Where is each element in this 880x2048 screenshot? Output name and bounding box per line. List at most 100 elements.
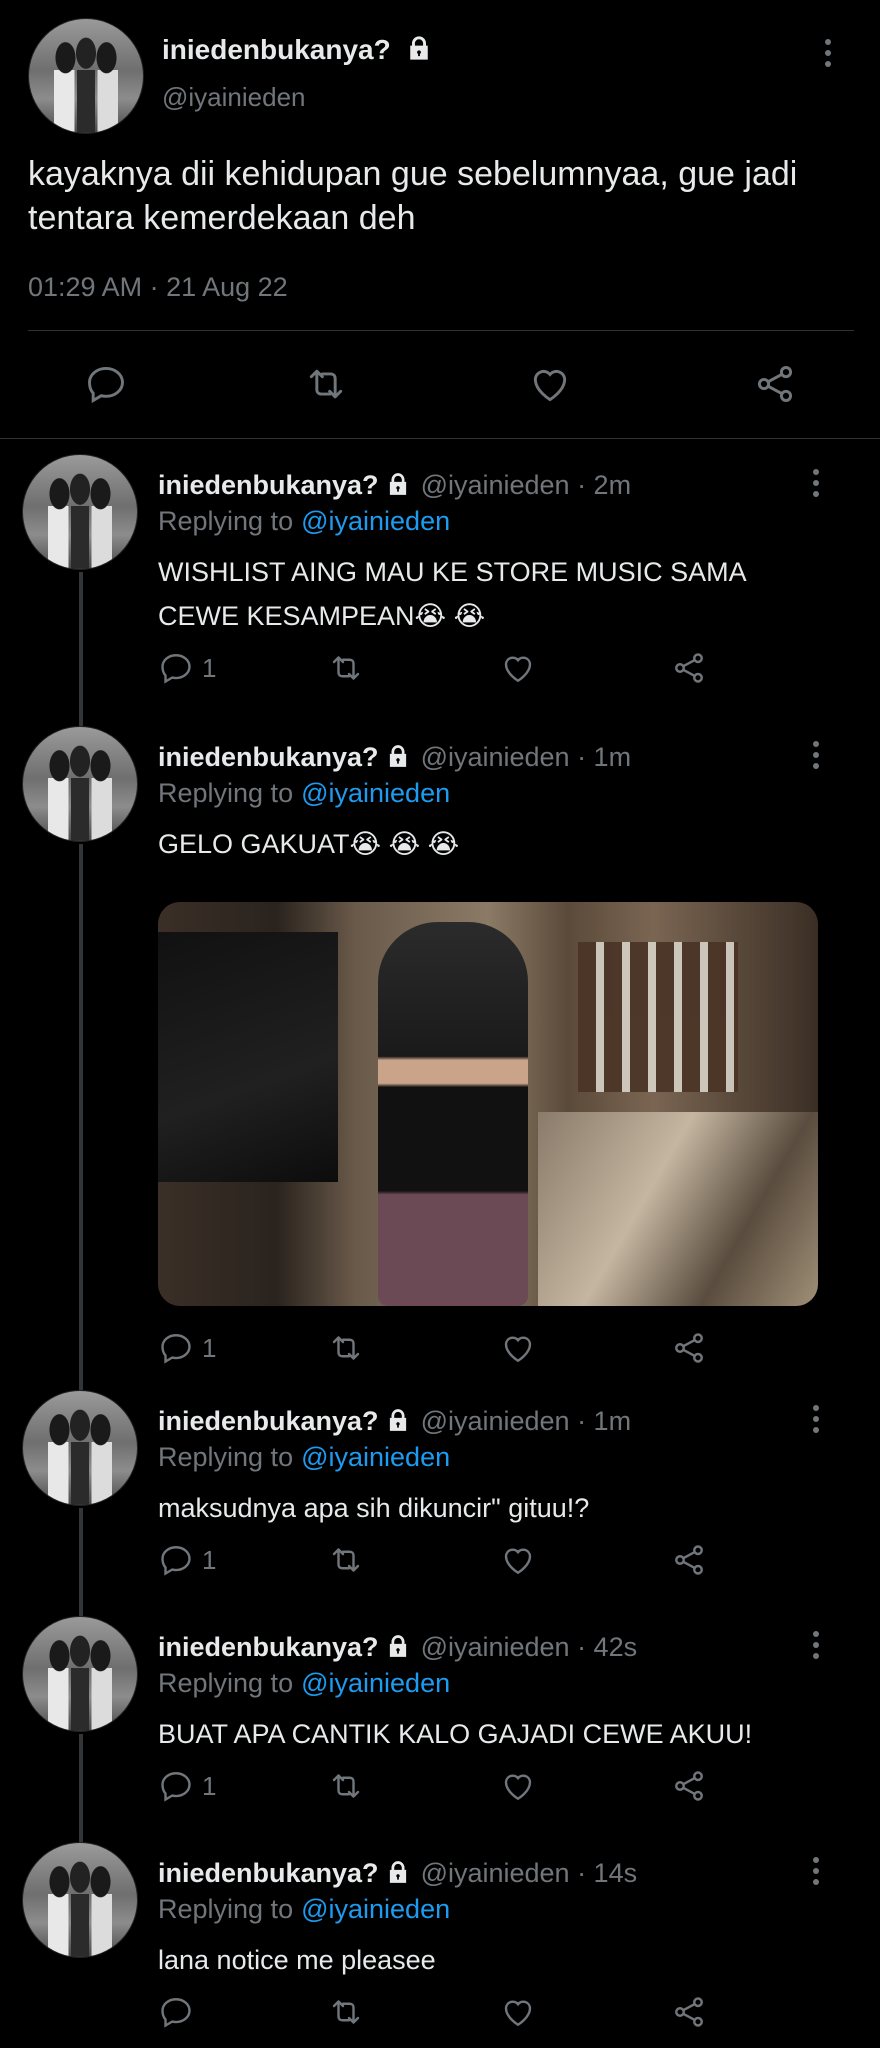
retweet-button[interactable] — [326, 1542, 366, 1578]
tweet-header: iniedenbukanya? @iyainieden · 14s — [158, 1858, 637, 1889]
mention-link[interactable]: @iyainieden — [301, 1668, 450, 1698]
retweet-button[interactable] — [326, 650, 366, 686]
reply-button[interactable]: 1 — [158, 1768, 216, 1804]
retweet-icon — [332, 1336, 360, 1360]
reply-icon — [161, 1772, 191, 1802]
share-button[interactable] — [670, 1994, 708, 2030]
divider — [0, 438, 880, 439]
retweet-button[interactable] — [326, 1330, 366, 1366]
lock-icon — [409, 36, 428, 60]
like-icon — [533, 369, 567, 402]
more-icon[interactable] — [810, 1856, 822, 1891]
display-name[interactable]: iniedenbukanya? — [158, 1406, 379, 1436]
tweet-header: iniedenbukanya? @iyainieden · 2m — [158, 470, 631, 501]
mention-link[interactable]: @iyainieden — [301, 1894, 450, 1924]
handle[interactable]: @iyainieden — [162, 82, 305, 113]
display-name[interactable]: iniedenbukanya? — [158, 1858, 379, 1888]
tweet-text: lana notice me pleasee — [158, 1945, 436, 1975]
like-icon — [504, 1774, 532, 1801]
like-button[interactable] — [500, 1330, 536, 1366]
timestamp[interactable]: 01:29 AM · 21 Aug 22 — [28, 272, 288, 303]
share-icon — [675, 1997, 703, 2027]
reply-button[interactable]: 1 — [158, 1542, 216, 1578]
share-icon — [757, 366, 793, 402]
lock-icon — [389, 473, 406, 495]
more-icon[interactable] — [810, 1630, 822, 1665]
more-icon[interactable] — [810, 740, 822, 775]
tweet-header: iniedenbukanya? @iyainieden · 1m — [158, 742, 631, 773]
retweet-icon — [309, 369, 343, 399]
replying-to: Replying to @iyainieden — [158, 1894, 451, 1924]
reply-icon — [88, 366, 124, 404]
like-button[interactable] — [500, 650, 536, 686]
retweet-button[interactable] — [326, 1768, 366, 1804]
lock-icon — [389, 745, 406, 767]
avatar[interactable] — [22, 1390, 138, 1506]
retweet-icon — [332, 1774, 360, 1798]
mention-link[interactable]: @iyainieden — [301, 778, 450, 808]
avatar[interactable] — [22, 1842, 138, 1958]
lock-icon — [389, 1409, 406, 1431]
tweet-text: GELO GAKUAT😭 😭 😭 — [158, 829, 460, 859]
handle-time[interactable]: @iyainieden · 42s — [421, 1632, 638, 1662]
handle-time[interactable]: @iyainieden · 1m — [421, 742, 632, 772]
reply-button[interactable] — [158, 1994, 194, 2030]
more-icon[interactable] — [810, 1404, 822, 1439]
photo-shirts — [158, 932, 338, 1182]
share-icon — [675, 1771, 703, 1801]
share-button[interactable] — [670, 1542, 708, 1578]
more-icon[interactable] — [822, 38, 834, 73]
thread-line — [79, 844, 83, 1390]
reply-count: 1 — [202, 1544, 217, 1575]
reply-icon — [161, 654, 191, 684]
like-button[interactable] — [500, 1768, 536, 1804]
like-button[interactable] — [500, 1994, 536, 2030]
display-name[interactable]: iniedenbukanya? — [158, 1632, 379, 1662]
share-button[interactable] — [752, 362, 798, 406]
reply-icon — [161, 1998, 191, 2028]
reply-count: 1 — [202, 652, 217, 683]
retweet-button[interactable] — [326, 1994, 366, 2030]
thread-line — [79, 1508, 83, 1618]
like-icon — [504, 1336, 532, 1363]
avatar[interactable] — [22, 1616, 138, 1732]
photo-shelf — [578, 942, 738, 1092]
tweet-photo[interactable] — [158, 902, 818, 1306]
like-button[interactable] — [500, 1542, 536, 1578]
avatar[interactable] — [22, 726, 138, 842]
replying-to: Replying to @iyainieden — [158, 1668, 451, 1698]
avatar[interactable] — [28, 18, 144, 134]
handle-time[interactable]: @iyainieden · 2m — [421, 470, 632, 500]
photo-person — [378, 922, 528, 1306]
share-button[interactable] — [670, 1768, 708, 1804]
mention-link[interactable]: @iyainieden — [301, 1442, 450, 1472]
display-name[interactable]: iniedenbukanya? — [162, 34, 433, 66]
more-icon[interactable] — [810, 468, 822, 503]
reply-button[interactable] — [84, 362, 128, 406]
reply-button[interactable]: 1 — [158, 1330, 216, 1366]
share-icon — [675, 1545, 703, 1575]
display-name[interactable]: iniedenbukanya? — [158, 742, 379, 772]
retweet-button[interactable] — [302, 362, 350, 406]
like-button[interactable] — [528, 362, 572, 406]
tweet-header: iniedenbukanya? @iyainieden · 42s — [158, 1632, 637, 1663]
replying-to: Replying to @iyainieden — [158, 1442, 451, 1472]
divider — [28, 330, 854, 331]
handle-time[interactable]: @iyainieden · 1m — [421, 1406, 632, 1436]
avatar[interactable] — [22, 454, 138, 570]
tweet-text: kayaknya dii kehidupan gue sebelumnyaa, … — [28, 155, 798, 237]
retweet-icon — [332, 1548, 360, 1572]
like-icon — [504, 1548, 532, 1575]
reply-button[interactable]: 1 — [158, 650, 216, 686]
handle-time[interactable]: @iyainieden · 14s — [421, 1858, 638, 1888]
display-name[interactable]: iniedenbukanya? — [158, 470, 379, 500]
share-button[interactable] — [670, 650, 708, 686]
mention-link[interactable]: @iyainieden — [301, 506, 450, 536]
tweet-text: BUAT APA CANTIK KALO GAJADI CEWE AKUU! — [158, 1719, 753, 1749]
share-button[interactable] — [670, 1330, 708, 1366]
replying-to: Replying to @iyainieden — [158, 778, 451, 808]
thread-line — [79, 1734, 83, 1844]
reply-count: 1 — [202, 1332, 217, 1363]
tweet-header: iniedenbukanya? @iyainieden · 1m — [158, 1406, 631, 1437]
like-icon — [504, 2000, 532, 2027]
